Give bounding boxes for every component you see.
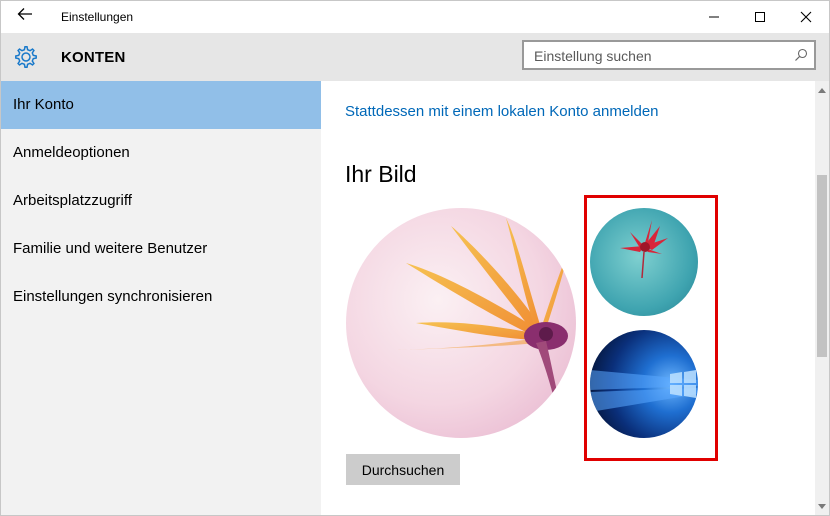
sidebar-item-synchronisieren[interactable]: Einstellungen synchronisieren <box>1 273 321 321</box>
scroll-thumb[interactable] <box>817 175 827 357</box>
content-pane: Stattdessen mit einem lokalen Konto anme… <box>321 81 815 515</box>
chevron-up-icon <box>818 87 826 93</box>
maximize-icon <box>755 12 765 22</box>
windows-hero-image <box>590 330 698 438</box>
red-flower-image <box>590 208 698 316</box>
content-scrollbar[interactable] <box>815 81 829 515</box>
page-header: KONTEN <box>1 33 829 81</box>
window-title: Einstellungen <box>61 10 134 24</box>
chevron-down-icon <box>818 503 826 509</box>
search-input[interactable] <box>532 46 788 66</box>
close-icon <box>800 11 812 23</box>
local-account-link[interactable]: Stattdessen mit einem lokalen Konto anme… <box>345 103 659 120</box>
sidebar-nav: Ihr Konto Anmeldeoptionen Arbeitsplatzzu… <box>1 81 321 515</box>
minimize-icon <box>709 16 719 18</box>
picture-heading: Ihr Bild <box>345 161 417 187</box>
section-title: KONTEN <box>61 49 126 66</box>
scroll-down-button[interactable] <box>815 498 829 515</box>
close-button[interactable] <box>783 1 829 33</box>
search-icon[interactable] <box>794 48 808 62</box>
sidebar-item-ihr-konto[interactable]: Ihr Konto <box>1 81 321 129</box>
sidebar-item-arbeitsplatzzugriff[interactable]: Arbeitsplatzzugriff <box>1 177 321 225</box>
minimize-button[interactable] <box>691 1 737 33</box>
title-bar: Einstellungen <box>1 1 829 33</box>
scroll-up-button[interactable] <box>815 81 829 98</box>
previous-picture-1[interactable] <box>590 208 698 316</box>
settings-window: Einstellungen KONTEN Einstellung suchen … <box>0 0 830 516</box>
previous-picture-2[interactable] <box>590 330 698 438</box>
flower-image <box>346 208 576 438</box>
sidebar-item-anmeldeoptionen[interactable]: Anmeldeoptionen <box>1 129 321 177</box>
maximize-button[interactable] <box>737 1 783 33</box>
gear-icon <box>15 46 37 68</box>
search-box[interactable] <box>522 40 816 70</box>
account-picture <box>346 208 576 438</box>
browse-button[interactable]: Durchsuchen <box>346 454 460 485</box>
sidebar-item-familie[interactable]: Familie und weitere Benutzer <box>1 225 321 273</box>
back-button[interactable] <box>13 7 37 27</box>
back-arrow-icon <box>17 8 32 20</box>
